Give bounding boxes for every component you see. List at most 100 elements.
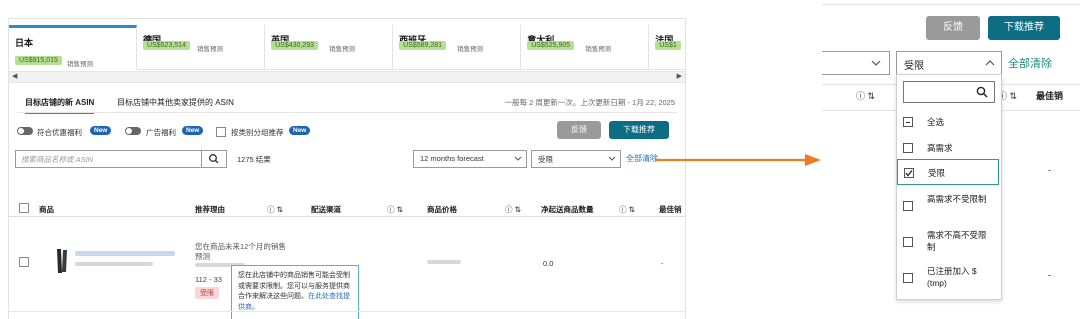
forecast-label: 销售预测 <box>197 46 224 53</box>
download-recommendations-button[interactable]: 下载推荐 <box>988 16 1060 40</box>
option-select-all[interactable]: 全选 <box>903 115 995 129</box>
column-product[interactable]: 商品 <box>39 204 54 215</box>
option-label: 已注册加入 $ (tmp) <box>927 266 977 288</box>
checkbox[interactable] <box>903 201 913 211</box>
new-badge: New <box>289 126 311 135</box>
sales-forecast-badge: US$525,905 <box>527 41 575 50</box>
option-high-demand-unrestricted[interactable]: 高需求不受限制 <box>903 191 995 221</box>
column-best[interactable]: 最佳销 <box>659 204 682 215</box>
arrow-icon <box>655 154 821 166</box>
search-input[interactable]: 搜索商品名称或 ASIN <box>15 150 203 168</box>
forecast-select[interactable]: 12 months forecast <box>413 150 527 168</box>
category-checkbox[interactable] <box>216 127 226 137</box>
row-divider <box>9 311 685 312</box>
column-best[interactable]: 最佳销 <box>1036 89 1063 102</box>
checked-checkbox[interactable] <box>904 168 914 178</box>
forecast-label: 销售预测 <box>585 46 612 53</box>
chevron-down-icon <box>608 156 616 161</box>
search-icon <box>976 86 988 98</box>
option-label: 受限 <box>928 168 946 178</box>
restriction-select-value: 受限 <box>538 155 553 164</box>
column-price[interactable]: 商品价格 <box>427 204 457 215</box>
restriction-select-value: 受限 <box>904 61 924 72</box>
new-badge: New <box>182 126 204 135</box>
restriction-select[interactable]: 受限 <box>896 51 1002 75</box>
product-title-redacted[interactable] <box>75 251 175 256</box>
ad-label: 广告福利 <box>146 128 176 137</box>
option-high-demand[interactable]: 高需求 <box>903 141 995 155</box>
update-info: 一般每 2 周更新一次。上次更新日期 - 1月 22, 2025 <box>504 98 675 107</box>
column-net-sales[interactable]: 净起送商品数量 <box>541 204 594 215</box>
header-divider <box>9 216 685 217</box>
tab-japan[interactable]: 日本 US$915,015 销售预测 <box>9 25 138 70</box>
checkbox[interactable] <box>903 237 913 247</box>
promo-toggle[interactable] <box>17 127 33 135</box>
scroll-right-icon[interactable]: ▶ <box>677 72 682 80</box>
info-sort-icon: ⓘ ⇅ <box>856 91 876 101</box>
tab-italy[interactable]: 意大利 US$525,905 销售预测 <box>521 25 650 70</box>
option-label: 高需求不受限制 <box>927 194 987 204</box>
divider <box>822 4 1080 5</box>
forecast-label: 销售预测 <box>457 46 484 53</box>
tab-france[interactable]: 法国 US$1 <box>649 25 685 70</box>
option-low-demand-unrestricted[interactable]: 需求不高不受限制 <box>903 227 995 257</box>
tab-name: 日本 <box>15 38 34 48</box>
recommendation-page-screenshot: 日本 US$915,015 销售预测 德国 US$523,514 销售预测 英国… <box>8 18 686 319</box>
download-recommendations-button[interactable]: 下载推荐 <box>609 121 669 139</box>
results-count: 1275 结果 <box>237 155 271 164</box>
info-icon: ⓘ ⇅ <box>619 205 635 214</box>
sales-forecast-badge: US$915,015 <box>15 56 62 65</box>
price-redacted <box>427 260 461 264</box>
clear-all-link[interactable]: 全部清除 <box>1008 55 1052 71</box>
tab-germany[interactable]: 德国 US$523,514 销售预测 <box>137 25 266 70</box>
scroll-left-icon[interactable]: ◀ <box>12 72 17 80</box>
promo-label: 符合优惠福利 <box>37 128 82 137</box>
category-label: 按类别分组推荐 <box>231 128 284 137</box>
chevron-down-icon <box>871 60 881 66</box>
option-restricted[interactable]: 受限 <box>897 159 999 185</box>
sales-forecast-badge: US$430,293 <box>271 41 319 50</box>
reason-text: 预测 <box>195 252 210 261</box>
checkbox[interactable] <box>903 143 913 153</box>
option-label: 全选 <box>927 117 945 127</box>
feedback-button[interactable]: 反馈 <box>557 121 601 139</box>
column-reason[interactable]: 推荐理由 <box>195 204 225 215</box>
forecast-range: 112 - 33 <box>195 275 222 284</box>
forecast-select-value: 12 months forecast <box>420 154 484 163</box>
row-checkbox[interactable] <box>19 257 29 267</box>
ad-toggle[interactable] <box>125 127 141 135</box>
zoomed-filter-panel: 反馈 下载推荐 受限 全部清除 ⓘ ⇅ ⓘ ⇅ 最佳销 - - 全选 高需求 受… <box>822 0 1080 318</box>
horizontal-scrollbar[interactable]: ◀ ▶ <box>9 71 685 83</box>
divider <box>17 112 677 113</box>
forecast-label: 销售预测 <box>67 61 93 68</box>
info-icon: ⓘ ⇅ <box>387 205 403 214</box>
clear-all-link[interactable]: 全部清除 <box>626 153 658 164</box>
chevron-up-icon <box>985 60 995 66</box>
tab-spain[interactable]: 西班牙 US$589,281 销售预测 <box>393 25 522 70</box>
best-value: - <box>1048 270 1051 280</box>
forecast-select[interactable] <box>822 51 890 75</box>
tab-other-seller-asin[interactable]: 目标店铺中其他卖家提供的 ASIN <box>117 97 234 108</box>
product-asin-redacted <box>75 262 153 266</box>
sales-forecast-badge: US$589,281 <box>399 41 447 50</box>
select-all-checkbox[interactable] <box>19 203 29 213</box>
search-placeholder: 搜索商品名称或 ASIN <box>21 155 94 164</box>
feedback-button[interactable]: 反馈 <box>926 16 980 40</box>
new-badge: New <box>90 126 112 135</box>
search-button[interactable] <box>201 150 227 168</box>
dropdown-search-input[interactable] <box>903 81 995 103</box>
partial-checkbox[interactable] <box>903 117 913 127</box>
info-icon: ⓘ ⇅ <box>267 205 283 214</box>
forecast-label: 销售预测 <box>329 46 356 53</box>
option-registered[interactable]: 已注册加入 $ (tmp) <box>903 263 995 293</box>
restriction-dropdown: 全选 高需求 受限 高需求不受限制 需求不高不受限制 已注册加入 $ (tmp) <box>896 74 1002 300</box>
option-label: 高需求 <box>927 143 953 153</box>
tab-uk[interactable]: 英国 US$430,293 销售预测 <box>265 25 394 70</box>
column-channel[interactable]: 配送渠道 <box>311 204 341 215</box>
best-value: - <box>661 259 664 268</box>
restriction-select[interactable]: 受限 <box>531 150 621 168</box>
marketplace-tabs: 日本 US$915,015 销售预测 德国 US$523,514 销售预测 英国… <box>9 25 685 70</box>
chevron-down-icon <box>514 156 522 161</box>
sales-forecast-badge: US$523,514 <box>143 41 190 50</box>
checkbox[interactable] <box>903 273 913 283</box>
